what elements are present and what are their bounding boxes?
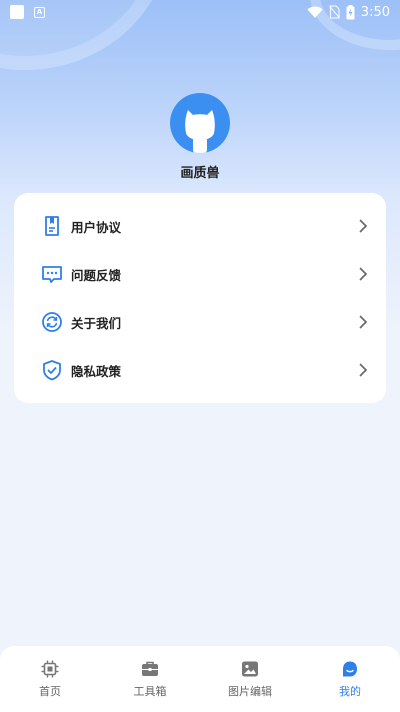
tab-mine[interactable]: 我的: [300, 646, 400, 712]
tab-toolbox[interactable]: 工具箱: [100, 646, 200, 712]
tab-label: 图片编辑: [228, 685, 272, 698]
menu-item-label: 关于我们: [71, 315, 122, 331]
tab-image-edit[interactable]: 图片编辑: [200, 646, 300, 712]
a-notification-icon: A: [34, 6, 45, 18]
menu-item-feedback[interactable]: 问题反馈: [14, 250, 386, 298]
document-icon: [45, 216, 59, 236]
bottom-tab-bar: 首页 工具箱 图片编辑 我的: [0, 646, 400, 712]
chevron-right-icon: [359, 267, 368, 281]
chevron-right-icon: [359, 363, 368, 377]
chip-icon: [41, 660, 59, 678]
shield-check-icon: [43, 360, 61, 381]
tab-label: 工具箱: [133, 685, 167, 698]
status-time: 3:50: [360, 4, 390, 20]
menu-item-label: 问题反馈: [71, 267, 122, 283]
profile-name: 画质兽: [180, 166, 220, 181]
tab-label: 我的: [339, 685, 361, 698]
menu-card: 用户协议 问题反馈 关于我们 隐私政策: [14, 193, 386, 403]
no-sim-icon: [328, 5, 340, 19]
wifi-icon: [307, 6, 323, 18]
chevron-right-icon: [359, 315, 368, 329]
battery-charging-icon: [346, 4, 355, 19]
cat-avatar-icon: [185, 110, 215, 153]
chevron-right-icon: [359, 219, 368, 233]
tab-label: 首页: [39, 685, 61, 698]
avatar[interactable]: [170, 93, 230, 153]
menu-item-user-agreement[interactable]: 用户协议: [14, 202, 386, 250]
refresh-circle-icon: [42, 312, 62, 332]
menu-item-label: 用户协议: [71, 219, 122, 235]
feedback-message-icon: [42, 266, 62, 283]
profile-blob-icon: [343, 661, 357, 677]
app-square-icon: [10, 5, 24, 19]
status-bar: A 3:50: [0, 0, 400, 24]
menu-item-about-us[interactable]: 关于我们: [14, 298, 386, 346]
image-icon: [242, 661, 258, 677]
toolbox-icon: [142, 661, 158, 676]
tab-home[interactable]: 首页: [0, 646, 100, 712]
menu-item-privacy-policy[interactable]: 隐私政策: [14, 346, 386, 394]
menu-item-label: 隐私政策: [71, 363, 122, 379]
